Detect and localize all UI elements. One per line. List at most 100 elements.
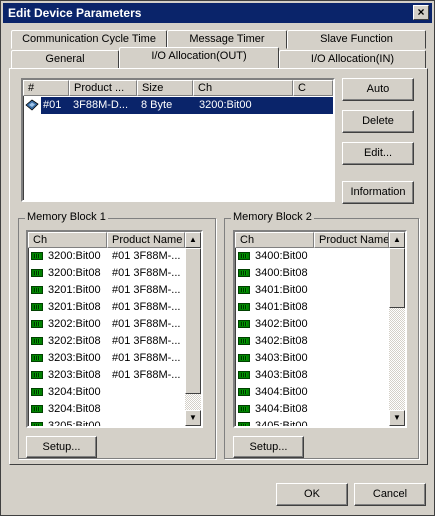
information-button[interactable]: Information — [342, 181, 414, 204]
tab-general[interactable]: General — [11, 50, 119, 69]
scroll-down-icon: ▼ — [393, 413, 401, 422]
tab-label: I/O Allocation(IN) — [310, 53, 395, 65]
mb1-row-ch: 3204:Bit08 — [48, 403, 101, 415]
device-icon — [25, 99, 39, 111]
memory-block-1-group: Memory Block 1 Ch Product Name 3200:Bit0… — [18, 211, 216, 459]
tab-slave-function[interactable]: Slave Function — [287, 30, 426, 49]
column-header-size[interactable]: Size — [137, 80, 193, 96]
memory-block-1-title: Memory Block 1 — [25, 211, 108, 223]
mb1-column-header-ch[interactable]: Ch — [28, 232, 107, 248]
tab-io-allocation-in[interactable]: I/O Allocation(IN) — [279, 50, 426, 69]
mb2-row[interactable]: 3404:Bit08 — [235, 401, 392, 418]
mb2-row[interactable]: 3403:Bit00 — [235, 350, 392, 367]
memory-chip-icon — [31, 405, 43, 413]
memory-chip-icon — [238, 337, 250, 345]
tab-label: Message Timer — [189, 33, 265, 45]
mb1-row[interactable]: 3203:Bit00 #01 3F88M-... — [28, 350, 185, 367]
mb2-scroll-up-button[interactable]: ▲ — [389, 232, 405, 248]
memory-block-1-list[interactable]: Ch Product Name 3200:Bit00 #01 3F88M-... 3… — [26, 230, 203, 428]
mb1-row-product: #01 3F88M-... — [112, 335, 181, 347]
memory-chip-icon — [31, 354, 43, 362]
mb1-row-product: #01 3F88M-... — [112, 284, 181, 296]
mb1-row[interactable]: 3202:Bit08 #01 3F88M-... — [28, 333, 185, 350]
mb1-row[interactable]: 3205:Bit00 — [28, 418, 185, 426]
io-allocation-out-panel: # Product ... Size Ch C #01 3F88M-D... 8… — [9, 68, 428, 465]
mb1-scrollbar[interactable]: ▲ ▼ — [185, 232, 201, 426]
cancel-button-label: Cancel — [372, 488, 408, 500]
information-button-label: Information — [350, 186, 406, 198]
title-bar[interactable]: Edit Device Parameters × — [3, 3, 432, 23]
device-list[interactable]: # Product ... Size Ch C #01 3F88M-D... 8… — [21, 78, 335, 202]
ok-button[interactable]: OK — [276, 483, 348, 506]
mb2-row[interactable]: 3405:Bit00 — [235, 418, 392, 428]
mb1-row-ch: 3203:Bit08 — [48, 369, 101, 381]
memory-block-2-list[interactable]: Ch Product Name 3400:Bit00 3400:Bit08 3401… — [233, 230, 407, 428]
mb2-row-ch: 3404:Bit08 — [255, 403, 308, 415]
memory-chip-icon — [31, 303, 43, 311]
memory-chip-icon — [238, 252, 250, 260]
tab-io-allocation-out[interactable]: I/O Allocation(OUT) — [119, 47, 279, 68]
mb2-row[interactable]: 3401:Bit00 — [235, 282, 392, 299]
device-row[interactable]: #01 3F88M-D... 8 Byte 3200:Bit00 — [23, 97, 333, 114]
cancel-button[interactable]: Cancel — [354, 483, 426, 506]
mb1-row[interactable]: 3201:Bit00 #01 3F88M-... — [28, 282, 185, 299]
mb1-row-product: #01 3F88M-... — [112, 250, 181, 262]
mb2-row[interactable]: 3402:Bit08 — [235, 333, 392, 350]
mb1-column-header-product[interactable]: Product Name — [107, 232, 185, 248]
mb2-scroll-down-button[interactable]: ▼ — [389, 410, 405, 426]
mb2-row-ch: 3400:Bit00 — [255, 250, 308, 262]
mb2-row[interactable]: 3403:Bit08 — [235, 367, 392, 384]
mb2-row[interactable]: 3402:Bit00 — [235, 316, 392, 333]
auto-button[interactable]: Auto — [342, 78, 414, 101]
mb1-row[interactable]: 3200:Bit08 #01 3F88M-... — [28, 265, 185, 282]
device-row-selection: #01 3F88M-D... 8 Byte 3200:Bit00 — [41, 97, 333, 114]
memory-chip-icon — [31, 388, 43, 396]
edit-button[interactable]: Edit... — [342, 142, 414, 165]
close-icon: × — [417, 5, 425, 19]
mb1-scroll-up-button[interactable]: ▲ — [185, 232, 201, 248]
mb1-row[interactable]: 3204:Bit08 — [28, 401, 185, 418]
mb1-row[interactable]: 3202:Bit00 #01 3F88M-... — [28, 316, 185, 333]
mb1-scroll-thumb[interactable] — [185, 248, 201, 394]
mb2-column-header-ch[interactable]: Ch — [235, 232, 314, 248]
setup-1-button-label: Setup... — [42, 441, 81, 453]
memory-chip-icon — [238, 422, 250, 426]
device-ch: 3200:Bit00 — [199, 99, 252, 111]
mb1-row-product: #01 3F88M-... — [112, 369, 181, 381]
mb2-column-header-product[interactable]: Product Name — [314, 232, 389, 248]
auto-button-label: Auto — [366, 83, 390, 95]
column-header-number[interactable]: # — [23, 80, 69, 96]
mb2-row-ch: 3401:Bit08 — [255, 301, 308, 313]
scroll-down-icon: ▼ — [189, 413, 197, 422]
mb1-scroll-down-button[interactable]: ▼ — [185, 410, 201, 426]
setup-1-button[interactable]: Setup... — [26, 436, 97, 458]
column-header-product[interactable]: Product ... — [69, 80, 137, 96]
mb2-row-ch: 3400:Bit08 — [255, 267, 308, 279]
mb2-row[interactable]: 3400:Bit00 — [235, 248, 392, 265]
mb1-row[interactable]: 3201:Bit08 #01 3F88M-... — [28, 299, 185, 316]
memory-chip-icon — [238, 286, 250, 294]
setup-2-button[interactable]: Setup... — [233, 436, 304, 458]
column-header-c[interactable]: C — [293, 80, 333, 96]
close-button[interactable]: × — [413, 5, 429, 20]
memory-block-2-title: Memory Block 2 — [231, 211, 314, 223]
delete-button[interactable]: Delete — [342, 110, 414, 133]
memory-chip-icon — [238, 303, 250, 311]
mb2-row[interactable]: 3404:Bit00 — [235, 384, 392, 401]
mb2-row-ch: 3405:Bit00 — [255, 420, 308, 428]
mb2-row-ch: 3403:Bit00 — [255, 352, 308, 364]
device-size: 8 Byte — [141, 99, 173, 111]
mb1-row-ch: 3202:Bit00 — [48, 318, 101, 330]
mb2-row[interactable]: 3401:Bit08 — [235, 299, 392, 316]
column-header-ch[interactable]: Ch — [193, 80, 293, 96]
edit-device-parameters-dialog: Edit Device Parameters × Communication C… — [0, 0, 435, 516]
memory-chip-icon — [31, 252, 43, 260]
mb1-row[interactable]: 3200:Bit00 #01 3F88M-... — [28, 248, 185, 265]
memory-chip-icon — [238, 269, 250, 277]
mb1-row[interactable]: 3203:Bit08 #01 3F88M-... — [28, 367, 185, 384]
mb1-row-ch: 3204:Bit00 — [48, 386, 101, 398]
mb2-row[interactable]: 3400:Bit08 — [235, 265, 392, 282]
mb2-scroll-thumb[interactable] — [389, 248, 405, 308]
mb1-row[interactable]: 3204:Bit00 — [28, 384, 185, 401]
mb2-scrollbar[interactable]: ▲ ▼ — [389, 232, 405, 426]
